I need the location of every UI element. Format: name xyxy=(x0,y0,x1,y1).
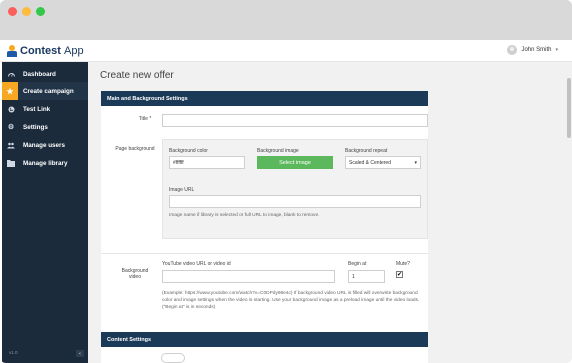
user-menu[interactable]: John Smith ▾ xyxy=(507,45,558,55)
sidebar-item-label: Create campaign xyxy=(23,87,74,95)
page-background-label: Page background xyxy=(115,146,155,152)
close-window-icon[interactable] xyxy=(8,7,17,16)
youtube-label: YouTube video URL or video id xyxy=(162,261,231,267)
background-settings-box: Background color #ffffff Background imag… xyxy=(162,139,428,239)
video-help: (Example: https://www.youtube.com/watch?… xyxy=(162,291,420,310)
sidebar-item-label: Settings xyxy=(23,123,48,131)
sidebar-item-label: Manage library xyxy=(23,159,68,167)
mute-label: Mute? xyxy=(396,261,410,267)
select-image-button[interactable]: Select image xyxy=(257,156,333,169)
main-content: Create new offer Main and Background Set… xyxy=(88,62,566,363)
sidebar-item-label: Dashboard xyxy=(23,70,56,78)
sidebar-item-test-link[interactable]: Test Link xyxy=(2,100,88,118)
sidebar: Dashboard ★ Create campaign Test Link ⚙ … xyxy=(2,62,88,363)
logo-person-icon xyxy=(7,45,17,57)
bg-repeat-value: Scaled & Centered xyxy=(349,159,391,166)
bg-color-label: Background color xyxy=(169,148,208,154)
bg-repeat-select[interactable]: Scaled & Centered ▾ xyxy=(345,156,421,169)
app-window: Contest App John Smith ▾ Dashboard ★ Cre… xyxy=(0,40,572,363)
sidebar-item-manage-library[interactable]: Manage library xyxy=(2,154,88,172)
globe-icon xyxy=(7,105,15,113)
bg-video-label: Background video xyxy=(121,268,149,280)
begin-at-input[interactable]: 1 xyxy=(348,270,385,283)
minimize-window-icon[interactable] xyxy=(22,7,31,16)
sidebar-item-dashboard[interactable]: Dashboard xyxy=(2,65,88,83)
bg-repeat-label: Background repeat xyxy=(345,148,388,154)
users-icon xyxy=(7,141,15,149)
youtube-url-input[interactable] xyxy=(162,270,335,283)
top-header: Contest App John Smith ▾ xyxy=(0,40,572,62)
sidebar-item-label: Test Link xyxy=(23,105,51,113)
page-title: Create new offer xyxy=(100,70,174,81)
divider xyxy=(101,253,428,254)
section-header-content-settings: Content Settings xyxy=(101,332,428,347)
scrollbar-thumb[interactable] xyxy=(567,78,571,138)
dashboard-icon xyxy=(7,70,15,78)
library-icon xyxy=(7,159,15,167)
image-url-help: Image name if library is selected or ful… xyxy=(169,213,320,218)
section-header-main-background: Main and Background Settings xyxy=(101,91,428,106)
title-input[interactable] xyxy=(162,114,428,127)
logo-suffix: App xyxy=(64,45,84,57)
bg-image-label: Background image xyxy=(257,148,299,154)
sidebar-item-label: Manage users xyxy=(23,141,65,149)
sidebar-item-create-campaign[interactable]: ★ Create campaign xyxy=(2,82,88,100)
chevron-down-icon: ▾ xyxy=(414,159,417,166)
star-icon: ★ xyxy=(2,82,18,100)
window-titlebar xyxy=(0,0,572,40)
main-scrollbar[interactable] xyxy=(566,62,572,363)
main-settings-panel: Title * Page background Background color… xyxy=(101,106,428,333)
browser-frame: Contest App John Smith ▾ Dashboard ★ Cre… xyxy=(0,0,572,363)
begin-at-label: Begin at xyxy=(348,261,367,267)
logo-name: Contest xyxy=(20,45,61,57)
content-settings-panel xyxy=(101,347,428,363)
avatar xyxy=(507,45,518,55)
content-toggle[interactable] xyxy=(161,353,185,363)
image-url-input[interactable] xyxy=(169,195,421,208)
app-logo[interactable]: Contest App xyxy=(7,44,84,58)
gears-icon: ⚙ xyxy=(7,124,15,131)
bg-color-input[interactable]: #ffffff xyxy=(169,156,245,169)
version-label: v1.0 xyxy=(9,350,18,355)
mute-checkbox[interactable]: ✔ xyxy=(396,271,403,278)
sidebar-item-settings[interactable]: ⚙ Settings xyxy=(2,118,88,136)
user-name: John Smith xyxy=(521,47,552,53)
maximize-window-icon[interactable] xyxy=(36,7,45,16)
image-url-label: Image URL xyxy=(169,187,195,193)
collapse-sidebar-button[interactable]: ‹ xyxy=(76,350,84,357)
sidebar-item-manage-users[interactable]: Manage users xyxy=(2,136,88,154)
chevron-down-icon: ▾ xyxy=(555,47,558,53)
